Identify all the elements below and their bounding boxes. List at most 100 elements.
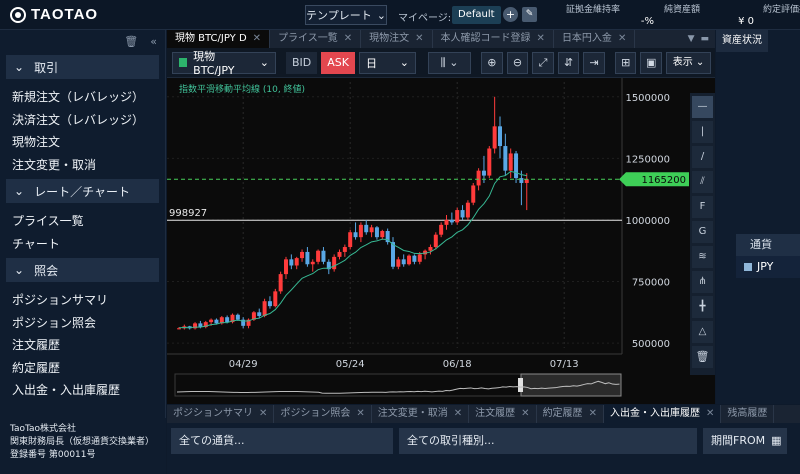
compare-icon[interactable]: ▣ (640, 51, 663, 74)
candle-body (401, 259, 406, 265)
logo: TAOTAO (10, 6, 98, 23)
sidebar-item-trade-history[interactable]: 約定履歴 (0, 357, 165, 380)
close-icon[interactable]: ✕ (706, 408, 714, 419)
close-icon[interactable]: ✕ (454, 408, 462, 419)
horizontal-line-label: 998927 (169, 208, 207, 219)
sidebar-item-close-order[interactable]: 決済注文（レバレッジ） (0, 109, 165, 132)
close-icon[interactable]: ✕ (415, 33, 423, 44)
candle-body (267, 301, 272, 307)
sidebar-item-order-history[interactable]: 注文履歴 (0, 334, 165, 357)
candle-body (428, 247, 433, 251)
asset-status-panel: 資産状況 通貨 JPY (716, 30, 800, 404)
tab-trade-history[interactable]: 約定履歴 ✕ (537, 405, 604, 423)
sidebar-section-trade[interactable]: ⌄ 取引 (6, 55, 159, 79)
chart-toolbar: 現物 BTC/JPY ⌄ BID ASK 日 ⌄ ⫼ ⌄ ⊕ ⊖ ⤢ ⇵ ⇥ ⊞… (167, 48, 715, 78)
fibonacci-fan-icon[interactable]: F (692, 196, 713, 218)
minimize-icon[interactable]: ▬ (700, 34, 709, 44)
symbol-select[interactable]: 現物 BTC/JPY ⌄ (172, 50, 276, 77)
close-icon[interactable]: ✕ (618, 33, 626, 44)
sidebar-item-position-inquiry[interactable]: ポジション照会 (0, 312, 165, 335)
sidebar-item-new-order[interactable]: 新規注文（レバレッジ） (0, 86, 165, 109)
tab-jpy-deposit[interactable]: 日本円入金 ✕ (554, 30, 636, 48)
candle-body (433, 234, 438, 248)
sidebar-item-position-summary[interactable]: ポジションサマリ (0, 289, 165, 312)
table-row[interactable]: JPY (736, 256, 800, 278)
close-icon[interactable]: ✕ (521, 408, 529, 419)
tab-btc-chart[interactable]: 現物 BTC/JPY D ✕ (167, 30, 271, 48)
tab-balance-history[interactable]: 残高履歴 (721, 405, 775, 423)
auto-scale-icon[interactable]: ⇵ (557, 51, 580, 74)
chevron-down-icon: ⌄ (14, 184, 25, 198)
sidebar-section-inquiry[interactable]: ⌄ 照会 (6, 258, 159, 282)
candle-body (348, 232, 353, 248)
sidebar-item-modify-order[interactable]: 注文変更・取消 (0, 154, 165, 177)
display-menu-button[interactable]: 表示 ⌄ (666, 51, 712, 74)
candle-body (284, 259, 288, 275)
zoom-out-icon[interactable]: ⊖ (506, 51, 529, 74)
delete-drawings-icon[interactable]: 🗑 (692, 346, 713, 368)
close-icon[interactable]: ✕ (589, 408, 597, 419)
display-label: 表示 (672, 56, 693, 68)
close-icon[interactable]: ✕ (253, 33, 261, 44)
add-indicator-icon[interactable]: ⊞ (614, 51, 637, 74)
candle-body (310, 261, 315, 265)
candle-body (481, 170, 486, 176)
template-dropdown[interactable]: テンプレート ⌄ (305, 5, 387, 25)
candle-body (396, 259, 401, 267)
candle-body (300, 251, 305, 259)
bid-button[interactable]: BID (285, 51, 318, 74)
channel-icon[interactable]: ≋ (692, 246, 713, 268)
tab-modify-order[interactable]: 注文変更・取消 ✕ (372, 405, 470, 423)
trend-line-icon[interactable]: / (692, 146, 713, 168)
currency-filter[interactable]: 全ての通貨... (171, 428, 393, 454)
tab-deposit-history[interactable]: 入出金・入出庫履歴 ✕ (603, 405, 722, 423)
sidebar-item-chart[interactable]: チャート (0, 233, 165, 256)
tab-position-summary[interactable]: ポジションサマリ ✕ (167, 405, 275, 423)
y-tick-label: 750000 (632, 278, 670, 289)
triangle-icon[interactable]: △ (692, 321, 713, 343)
candle-body (305, 251, 310, 265)
candle-body (209, 319, 214, 323)
sidebar-section-rates[interactable]: ⌄ レート／チャート (6, 179, 159, 203)
mypage-default-button[interactable]: Default (452, 6, 501, 24)
indicator-label: 指数平滑移動平均線 (10, 終値) (179, 83, 305, 95)
tab-identity-code[interactable]: 本人確認コード登録 ✕ (433, 30, 554, 48)
interval-label: 日 (365, 56, 377, 70)
fit-icon[interactable]: ⤢ (532, 51, 554, 74)
parallel-lines-icon[interactable]: ⫽ (692, 171, 713, 193)
pitchfork-icon[interactable]: ⋔ (692, 271, 713, 293)
scroll-end-icon[interactable]: ⇥ (583, 51, 605, 74)
collapse-icon[interactable]: « (150, 35, 157, 48)
candlestick-chart[interactable]: 04/29 05/24 06/18 07/13 500000 750000 1000000 1… (167, 78, 690, 404)
add-icon[interactable]: + (503, 7, 518, 22)
tab-label: 日本円入金 (561, 33, 612, 44)
edit-icon[interactable]: ✎ (522, 7, 537, 22)
sidebar-item-spot-order[interactable]: 現物注文 (0, 131, 165, 154)
sidebar-item-price-list[interactable]: プライス一覧 (0, 210, 165, 233)
gann-icon[interactable]: G (692, 221, 713, 243)
zoom-in-icon[interactable]: ⊕ (481, 51, 503, 74)
close-icon[interactable]: ✕ (344, 33, 352, 44)
crosshair-icon[interactable]: ╋ (692, 296, 713, 318)
trade-type-filter[interactable]: 全ての取引種別... (399, 428, 697, 454)
tab-order-history[interactable]: 注文履歴 ✕ (469, 405, 537, 423)
interval-select[interactable]: 日 ⌄ (358, 51, 416, 74)
trash-icon[interactable]: 🗑 (124, 35, 138, 48)
tab-label: 本人確認コード登録 (440, 33, 531, 44)
candle-type-icon[interactable]: ⫼ ⌄ (428, 51, 472, 74)
tab-price-list[interactable]: プライス一覧 ✕ (270, 30, 362, 48)
sidebar-item-deposit-history[interactable]: 入出金・入出庫履歴 (0, 379, 165, 402)
triangle-down-icon[interactable]: ▼ (688, 34, 695, 44)
horizontal-line-icon[interactable]: — (692, 96, 713, 118)
vertical-line-icon[interactable]: | (692, 121, 713, 143)
tab-asset-status[interactable]: 資産状況 (716, 30, 768, 52)
close-icon[interactable]: ✕ (537, 33, 545, 44)
tab-position-inquiry[interactable]: ポジション照会 ✕ (274, 405, 372, 423)
ask-button[interactable]: ASK (321, 51, 355, 74)
bottom-tabs: ポジションサマリ ✕ ポジション照会 ✕ 注文変更・取消 ✕ 注文履歴 ✕ 約定履歴 ✕ … (167, 405, 800, 423)
candle-body (225, 317, 230, 323)
tab-spot-order[interactable]: 現物注文 ✕ (361, 30, 433, 48)
close-icon[interactable]: ✕ (259, 408, 267, 419)
date-from-filter[interactable]: 期間FROM ▦ (703, 428, 787, 454)
close-icon[interactable]: ✕ (356, 408, 364, 419)
